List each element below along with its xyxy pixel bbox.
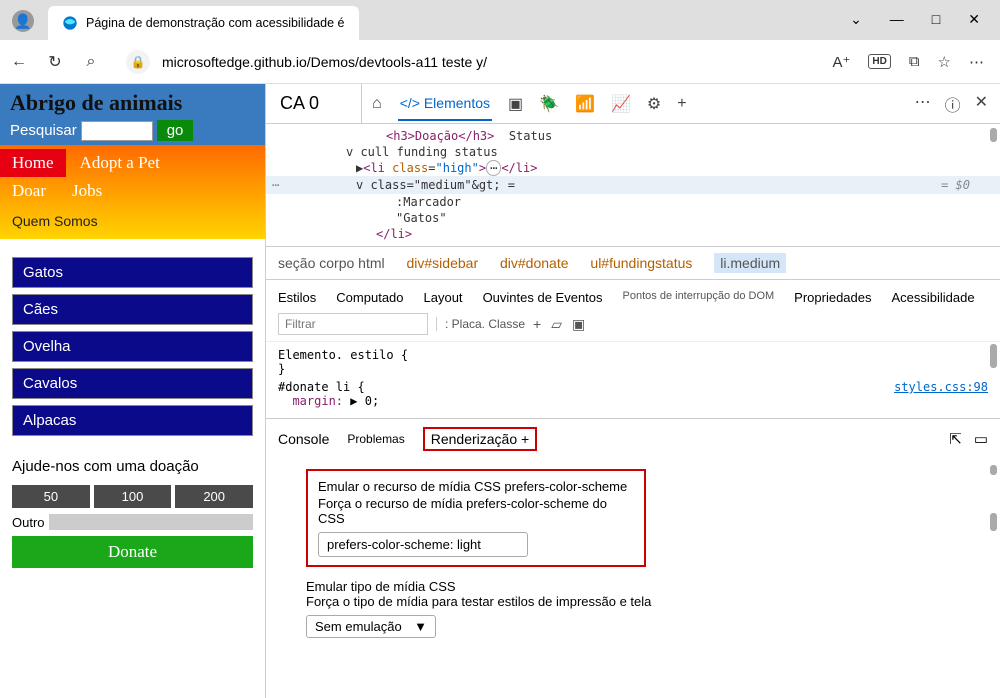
page-title: Abrigo de animais xyxy=(10,90,255,116)
emulate-label: Emular o recurso de mídia CSS prefers-co… xyxy=(318,479,634,494)
dots-icon[interactable]: ⋯ xyxy=(272,178,279,192)
breadcrumb[interactable]: seção corpo html div#sidebar div#donate … xyxy=(266,246,1000,280)
read-aloud-icon[interactable]: A⁺ xyxy=(832,53,850,71)
list-item[interactable]: Alpacas xyxy=(12,405,253,436)
help-icon[interactable]: ⓘ xyxy=(945,92,961,116)
color-scheme-select[interactable]: prefers-color-scheme: light xyxy=(318,532,528,557)
lock-icon: 🔒 xyxy=(126,50,150,74)
nav-quem[interactable]: Quem Somos xyxy=(0,205,265,231)
list-item[interactable]: Cavalos xyxy=(12,368,253,399)
rendering-panel: Emular o recurso de mídia CSS prefers-co… xyxy=(266,459,1000,642)
filter-input[interactable] xyxy=(278,313,428,335)
prefers-color-scheme-section: Emular o recurso de mídia CSS prefers-co… xyxy=(306,469,646,567)
nav-doar[interactable]: Doar xyxy=(0,177,58,205)
donate-heading: Ajude-nos com uma doação xyxy=(12,458,253,475)
category-list: Gatos Cães Ovelha Cavalos Alpacas xyxy=(0,239,265,446)
app-icon[interactable]: ▣ xyxy=(508,94,523,114)
more-icon[interactable]: ⋯ xyxy=(915,92,931,116)
scrollbar-thumb[interactable] xyxy=(990,128,997,142)
bug-icon[interactable]: 🪲 xyxy=(539,94,559,114)
nav-home[interactable]: Home xyxy=(0,149,66,177)
box-icon[interactable]: ▣ xyxy=(572,316,585,333)
styles-body[interactable]: Elemento. estilo {} styles.css:98 #donat… xyxy=(266,342,1000,418)
tab-acessibilidade[interactable]: Acessibilidade xyxy=(892,290,975,305)
nav-adopt[interactable]: Adopt a Pet xyxy=(68,149,172,177)
media-type-label: Emular tipo de mídia CSS xyxy=(306,579,980,594)
tab-title: Página de demonstração com acessibilidad… xyxy=(86,16,345,30)
refresh-button[interactable]: ↻ xyxy=(44,52,66,72)
edge-icon xyxy=(62,15,78,31)
list-item[interactable]: Gatos xyxy=(12,257,253,288)
chevron-down-icon: ▼ xyxy=(414,619,427,634)
tab-problemas[interactable]: Problemas xyxy=(347,432,404,446)
ca-badge[interactable]: CA 0 xyxy=(266,84,362,123)
browser-tab[interactable]: Página de demonstração com acessibilidad… xyxy=(48,6,359,40)
media-type-desc: Força o tipo de mídia para testar estilo… xyxy=(306,594,980,609)
dom-tree[interactable]: <h3>Doação</h3> Status v cull funding st… xyxy=(266,124,1000,246)
force-label: Força o recurso de mídia prefers-color-s… xyxy=(318,496,634,526)
list-item[interactable]: Ovelha xyxy=(12,331,253,362)
address-bar[interactable]: 🔒 microsoftedge.github.io/Demos/devtools… xyxy=(116,47,818,77)
donate-button[interactable]: Donate xyxy=(12,536,253,568)
tab-dom-breakpoints[interactable]: Pontos de interrupção do DOM xyxy=(623,290,775,305)
plus-icon[interactable]: + xyxy=(533,316,541,333)
titlebar: 👤 Página de demonstração com acessibilid… xyxy=(0,0,1000,40)
go-button[interactable]: go xyxy=(157,120,194,141)
drawer-tabs: Console Problemas Renderização + ⇱ ▭ xyxy=(266,418,1000,459)
browser-toolbar: ← ↻ ⌕ 🔒 microsoftedge.github.io/Demos/de… xyxy=(0,40,1000,84)
main-nav: Home Adopt a Pet Doar Jobs Quem Somos xyxy=(0,145,265,239)
devtools-panel: CA 0 ⌂ </> Elementos ▣ 🪲 📶 📈 ⚙ + ⋯ ⓘ ✕ <… xyxy=(265,84,1000,698)
dock-icon[interactable]: ⇱ xyxy=(949,430,962,448)
close-button[interactable]: ✕ xyxy=(968,11,980,28)
chevron-down-icon[interactable]: ⌄ xyxy=(850,11,862,28)
placa-classe[interactable]: : Placa. Classe xyxy=(436,317,525,331)
window-controls: ⌄ — □ ✕ xyxy=(850,11,1000,40)
collections-icon[interactable]: ⧉ xyxy=(909,53,920,70)
gear-icon[interactable]: ⚙ xyxy=(647,94,661,114)
search-label: Pesquisar xyxy=(10,122,77,139)
url-text: microsoftedge.github.io/Demos/devtools-a… xyxy=(162,54,487,70)
search-icon[interactable]: ⌕ xyxy=(80,53,102,71)
list-item[interactable]: Cães xyxy=(12,294,253,325)
more-icon[interactable]: ⋯ xyxy=(969,53,984,71)
back-button[interactable]: ← xyxy=(8,53,30,71)
css-link[interactable]: styles.css:98 xyxy=(894,380,988,394)
tab-console[interactable]: Console xyxy=(278,431,329,447)
donate-200[interactable]: 200 xyxy=(175,485,253,508)
outro-input[interactable] xyxy=(49,514,253,530)
tab-elements[interactable]: </> Elementos xyxy=(398,87,492,121)
nav-jobs[interactable]: Jobs xyxy=(60,177,114,205)
tab-ouvintes[interactable]: Ouvintes de Eventos xyxy=(483,290,603,305)
search-input[interactable] xyxy=(81,121,153,141)
outro-label: Outro xyxy=(12,515,45,530)
home-icon[interactable]: ⌂ xyxy=(372,95,382,113)
scrollbar-thumb[interactable] xyxy=(990,513,997,531)
tab-computado[interactable]: Computado xyxy=(336,290,403,305)
donate-100[interactable]: 100 xyxy=(94,485,172,508)
media-type-select[interactable]: Sem emulação▼ xyxy=(306,615,436,638)
tab-estilos[interactable]: Estilos xyxy=(278,290,316,305)
network-icon[interactable]: 📶 xyxy=(575,94,595,114)
maximize-button[interactable]: □ xyxy=(932,11,940,28)
page-content: Abrigo de animais Pesquisar go Home Adop… xyxy=(0,84,265,698)
flex-icon[interactable]: ▱ xyxy=(551,316,562,333)
styles-tabs: Estilos Computado Layout Ouvintes de Eve… xyxy=(266,280,1000,313)
scrollbar-thumb[interactable] xyxy=(990,344,997,368)
donate-50[interactable]: 50 xyxy=(12,485,90,508)
favorite-icon[interactable]: ☆ xyxy=(938,53,951,71)
tab-renderizacao[interactable]: Renderização + xyxy=(423,427,537,451)
tab-layout[interactable]: Layout xyxy=(424,290,463,305)
minimize-button[interactable]: — xyxy=(890,11,904,28)
performance-icon[interactable]: 📈 xyxy=(611,94,631,114)
profile-avatar[interactable]: 👤 xyxy=(12,10,34,32)
close-devtools[interactable]: ✕ xyxy=(975,92,988,116)
scrollbar-thumb[interactable] xyxy=(990,465,997,475)
panel-icon[interactable]: ▭ xyxy=(974,430,988,448)
tab-propriedades[interactable]: Propriedades xyxy=(794,290,871,305)
hd-icon[interactable]: HD xyxy=(868,54,890,69)
plus-icon[interactable]: + xyxy=(677,95,686,113)
